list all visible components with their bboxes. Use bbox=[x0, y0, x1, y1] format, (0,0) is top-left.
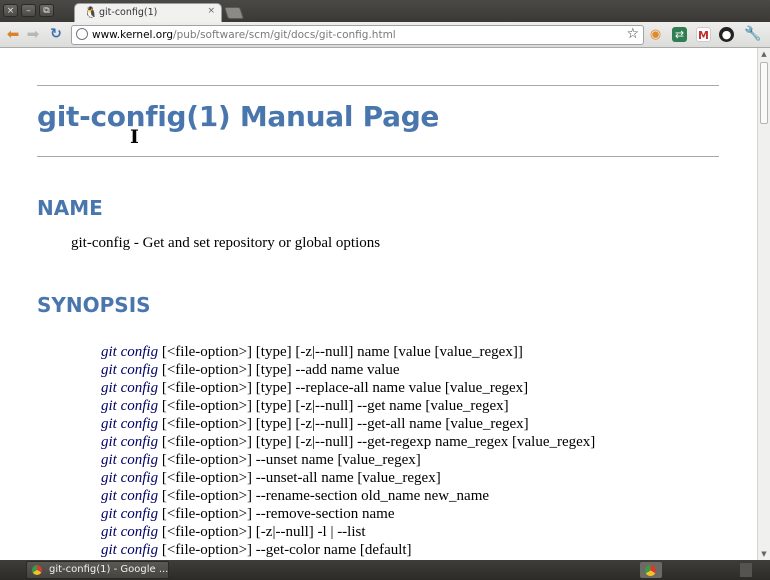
synopsis-args: [<file-option>] --unset-all name [value_… bbox=[158, 470, 441, 486]
synopsis-command: git config bbox=[101, 452, 159, 468]
tab-close-icon[interactable]: × bbox=[207, 6, 215, 16]
synopsis-line: git config [<file-option>] --rename-sect… bbox=[101, 487, 595, 505]
synopsis-command: git config bbox=[101, 416, 159, 432]
minimize-window-button[interactable]: – bbox=[21, 4, 36, 17]
url-host: www.kernel.org bbox=[92, 29, 174, 41]
url-path: /pub/software/scm/git/docs/git-config.ht… bbox=[173, 29, 396, 41]
taskbar-item-label: git-config(1) - Google ... bbox=[49, 564, 169, 575]
name-heading: NAME bbox=[37, 196, 103, 220]
synopsis-line: git config [<file-option>] [type] [-z|--… bbox=[101, 397, 595, 415]
synopsis-command: git config bbox=[101, 506, 159, 522]
page-viewport: git-config(1) Manual Page NAME git-confi… bbox=[0, 48, 757, 560]
page-info-icon[interactable] bbox=[76, 28, 88, 40]
url-text: www.kernel.org/pub/software/scm/git/docs… bbox=[92, 29, 396, 41]
synopsis-line: git config [<file-option>] --remove-sect… bbox=[101, 505, 595, 523]
address-bar[interactable]: www.kernel.org/pub/software/scm/git/docs… bbox=[71, 25, 644, 45]
synopsis-line: git config [<file-option>] [type] --add … bbox=[101, 361, 595, 379]
chrome-icon bbox=[32, 565, 42, 575]
scroll-up-icon[interactable]: ▲ bbox=[758, 48, 770, 60]
arrow-right-icon: ➡ bbox=[26, 25, 40, 43]
rss-icon[interactable]: ◉ bbox=[648, 27, 663, 42]
maximize-icon: ⧉ bbox=[43, 6, 50, 16]
back-button[interactable]: ⬅ bbox=[4, 25, 22, 43]
synopsis-line: git config [<file-option>] [type] [-z|--… bbox=[101, 433, 595, 451]
taskbar: git-config(1) - Google ... bbox=[0, 560, 770, 580]
synopsis-line: git config [<file-option>] [type] [-z|--… bbox=[101, 343, 595, 361]
synopsis-command: git config bbox=[101, 542, 159, 558]
wrench-icon[interactable]: 🔧 bbox=[744, 27, 761, 42]
synopsis-command: git config bbox=[101, 434, 159, 450]
synopsis-line: git config [<file-option>] [type] [-z|--… bbox=[101, 415, 595, 433]
synopsis-command: git config bbox=[101, 470, 159, 486]
name-description: git-config - Get and set repository or g… bbox=[71, 235, 381, 251]
synopsis-args: [<file-option>] [type] --replace-all nam… bbox=[158, 380, 529, 396]
synopsis-list: git config [<file-option>] [type] [-z|--… bbox=[101, 343, 595, 559]
tray-chrome-button[interactable] bbox=[640, 562, 662, 578]
synopsis-args: [<file-option>] --rename-section old_nam… bbox=[158, 488, 490, 504]
synopsis-command: git config bbox=[101, 398, 159, 414]
synopsis-command: git config bbox=[101, 524, 159, 540]
synopsis-args: [<file-option>] [type] [-z|--null] --get… bbox=[158, 434, 596, 450]
synopsis-command: git config bbox=[101, 380, 159, 396]
text-cursor-icon: I bbox=[130, 126, 139, 148]
new-tab-button[interactable] bbox=[224, 7, 244, 19]
camera-icon[interactable]: ● bbox=[719, 27, 734, 42]
arrow-left-icon: ⬅ bbox=[6, 25, 20, 43]
synopsis-args: [<file-option>] --get-color name [defaul… bbox=[158, 542, 412, 558]
horizontal-rule bbox=[37, 156, 719, 157]
synopsis-command: git config bbox=[101, 344, 159, 360]
synopsis-args: [<file-option>] --remove-section name bbox=[158, 506, 395, 522]
translate-icon[interactable]: ⇄ bbox=[672, 27, 687, 42]
close-window-button[interactable]: × bbox=[3, 4, 18, 17]
browser-toolbar: ⬅ ➡ ↻ www.kernel.org/pub/software/scm/gi… bbox=[0, 22, 770, 48]
synopsis-command: git config bbox=[101, 488, 159, 504]
horizontal-rule bbox=[37, 85, 719, 86]
synopsis-args: [<file-option>] --unset name [value_rege… bbox=[158, 452, 421, 468]
scroll-down-icon[interactable]: ▼ bbox=[758, 548, 770, 560]
tab-title: git-config(1) bbox=[99, 7, 158, 18]
synopsis-heading: SYNOPSIS bbox=[37, 293, 151, 317]
trash-icon[interactable] bbox=[740, 563, 752, 577]
synopsis-line: git config [<file-option>] --get-color n… bbox=[101, 541, 595, 559]
title-bar: × – ⧉ 🐧 git-config(1) × bbox=[0, 0, 770, 22]
synopsis-args: [<file-option>] [type] [-z|--null] name … bbox=[158, 344, 523, 360]
reload-icon: ↻ bbox=[50, 26, 62, 42]
synopsis-args: [<file-option>] [type] [-z|--null] --get… bbox=[158, 416, 529, 432]
reload-button[interactable]: ↻ bbox=[47, 25, 65, 43]
gmail-icon[interactable]: M bbox=[696, 27, 711, 42]
synopsis-args: [<file-option>] [-z|--null] -l | --list bbox=[158, 524, 366, 540]
synopsis-args: [<file-option>] [type] [-z|--null] --get… bbox=[158, 398, 509, 414]
synopsis-command: git config bbox=[101, 362, 159, 378]
minimize-icon: – bbox=[26, 6, 31, 16]
synopsis-line: git config [<file-option>] --unset name … bbox=[101, 451, 595, 469]
tux-icon: 🐧 bbox=[84, 6, 98, 19]
synopsis-line: git config [<file-option>] [-z|--null] -… bbox=[101, 523, 595, 541]
close-icon: × bbox=[6, 6, 15, 16]
tab-git-config[interactable]: 🐧 git-config(1) × bbox=[74, 3, 222, 22]
synopsis-args: [<file-option>] [type] --add name value bbox=[158, 362, 400, 378]
chrome-icon bbox=[645, 565, 656, 576]
page-title: git-config(1) Manual Page bbox=[37, 100, 440, 133]
taskbar-item-chrome[interactable]: git-config(1) - Google ... bbox=[26, 561, 169, 579]
vertical-scrollbar[interactable]: ▲ ▼ bbox=[757, 48, 770, 560]
synopsis-line: git config [<file-option>] --unset-all n… bbox=[101, 469, 595, 487]
maximize-window-button[interactable]: ⧉ bbox=[39, 4, 54, 17]
star-icon[interactable]: ☆ bbox=[626, 26, 639, 42]
forward-button[interactable]: ➡ bbox=[24, 25, 42, 43]
synopsis-line: git config [<file-option>] [type] --repl… bbox=[101, 379, 595, 397]
scrollbar-thumb[interactable] bbox=[760, 62, 768, 124]
